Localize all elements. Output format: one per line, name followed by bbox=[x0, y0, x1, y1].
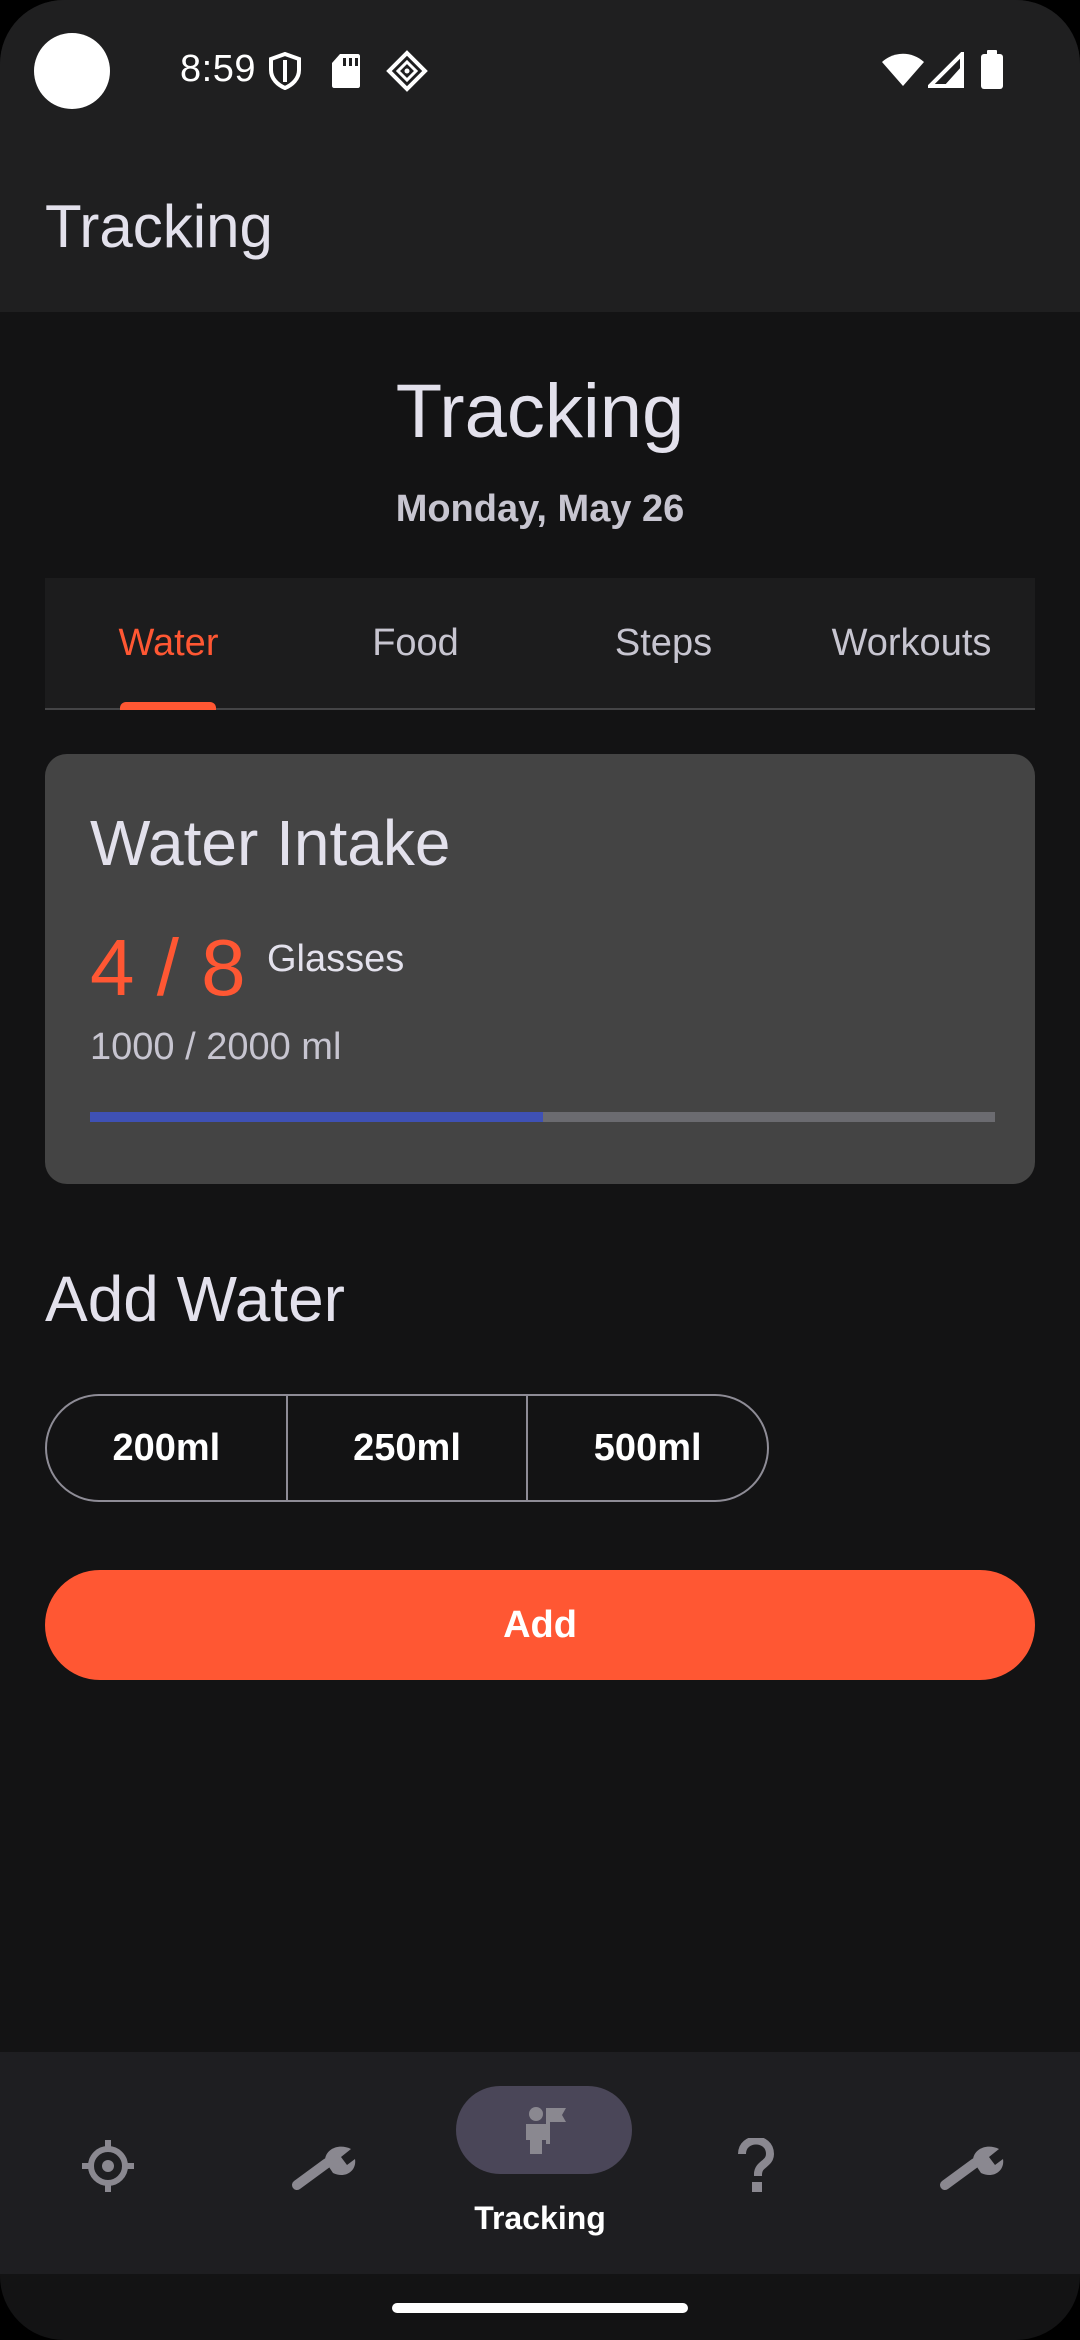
nav-item-2[interactable] bbox=[216, 2052, 432, 2274]
tab-workouts[interactable]: Workouts bbox=[788, 578, 1035, 708]
page-date: Monday, May 26 bbox=[395, 488, 685, 530]
signal-icon bbox=[928, 52, 964, 88]
tab-bar: Water Food Steps Workouts bbox=[45, 578, 1035, 710]
add-button[interactable]: Add bbox=[45, 1570, 1035, 1680]
tab-active-indicator bbox=[120, 702, 216, 710]
amount-250ml-button[interactable]: 250ml bbox=[285, 1396, 527, 1500]
camera-cutout bbox=[34, 33, 110, 109]
vpn-diamond-icon bbox=[386, 50, 428, 92]
tab-label: Steps bbox=[614, 621, 713, 664]
tab-label: Food bbox=[372, 621, 459, 664]
gesture-handle[interactable] bbox=[392, 2303, 688, 2313]
app-bar: Tracking bbox=[0, 140, 1080, 312]
page-title: Tracking bbox=[395, 369, 685, 454]
ml-progress-text: 1000 / 2000 ml bbox=[90, 1026, 342, 1068]
sd-card-icon bbox=[332, 54, 360, 88]
tab-water[interactable]: Water bbox=[45, 578, 292, 710]
tab-label: Water bbox=[118, 621, 219, 664]
status-bar: 8:59 bbox=[0, 0, 1080, 140]
nav-item-5[interactable] bbox=[864, 2052, 1080, 2274]
nav-label-tracking: Tracking bbox=[474, 2200, 606, 2236]
app-bar-title: Tracking bbox=[45, 193, 273, 260]
wrench-icon bbox=[932, 2136, 1012, 2196]
amount-200ml-button[interactable]: 200ml bbox=[47, 1396, 286, 1500]
wrench-icon bbox=[284, 2136, 364, 2196]
nav-item-1[interactable] bbox=[0, 2052, 216, 2274]
add-water-title: Add Water bbox=[45, 1263, 345, 1335]
tab-label: Workouts bbox=[831, 621, 992, 664]
progress-bar bbox=[90, 1112, 995, 1122]
nav-item-4[interactable] bbox=[648, 2052, 864, 2274]
glasses-count: 4 / 8 bbox=[90, 923, 246, 1012]
bottom-navigation: Tracking bbox=[0, 2052, 1080, 2274]
glasses-unit: Glasses bbox=[267, 938, 405, 980]
tab-food[interactable]: Food bbox=[292, 578, 539, 708]
progress-bar-fill bbox=[90, 1112, 543, 1122]
tab-steps[interactable]: Steps bbox=[540, 578, 787, 708]
question-icon bbox=[716, 2136, 796, 2196]
nav-active-pill bbox=[456, 2086, 632, 2174]
amount-segmented-control: 200ml 250ml 500ml bbox=[45, 1394, 769, 1502]
wifi-icon bbox=[882, 53, 924, 86]
amount-500ml-button[interactable]: 500ml bbox=[526, 1396, 767, 1500]
card-title: Water Intake bbox=[90, 807, 451, 879]
shield-icon bbox=[269, 52, 301, 90]
person-flag-icon bbox=[526, 2107, 566, 2154]
crosshair-icon bbox=[68, 2136, 148, 2196]
water-intake-card: Water Intake 4 / 8 Glasses 1000 / 2000 m… bbox=[45, 754, 1035, 1184]
nav-item-tracking[interactable]: Tracking bbox=[432, 2052, 648, 2274]
battery-icon bbox=[981, 50, 1003, 89]
status-time: 8:59 bbox=[180, 48, 256, 90]
phone-screen: 8:59 Tracking Tracking Monday, May 26 Wa… bbox=[0, 0, 1080, 2340]
